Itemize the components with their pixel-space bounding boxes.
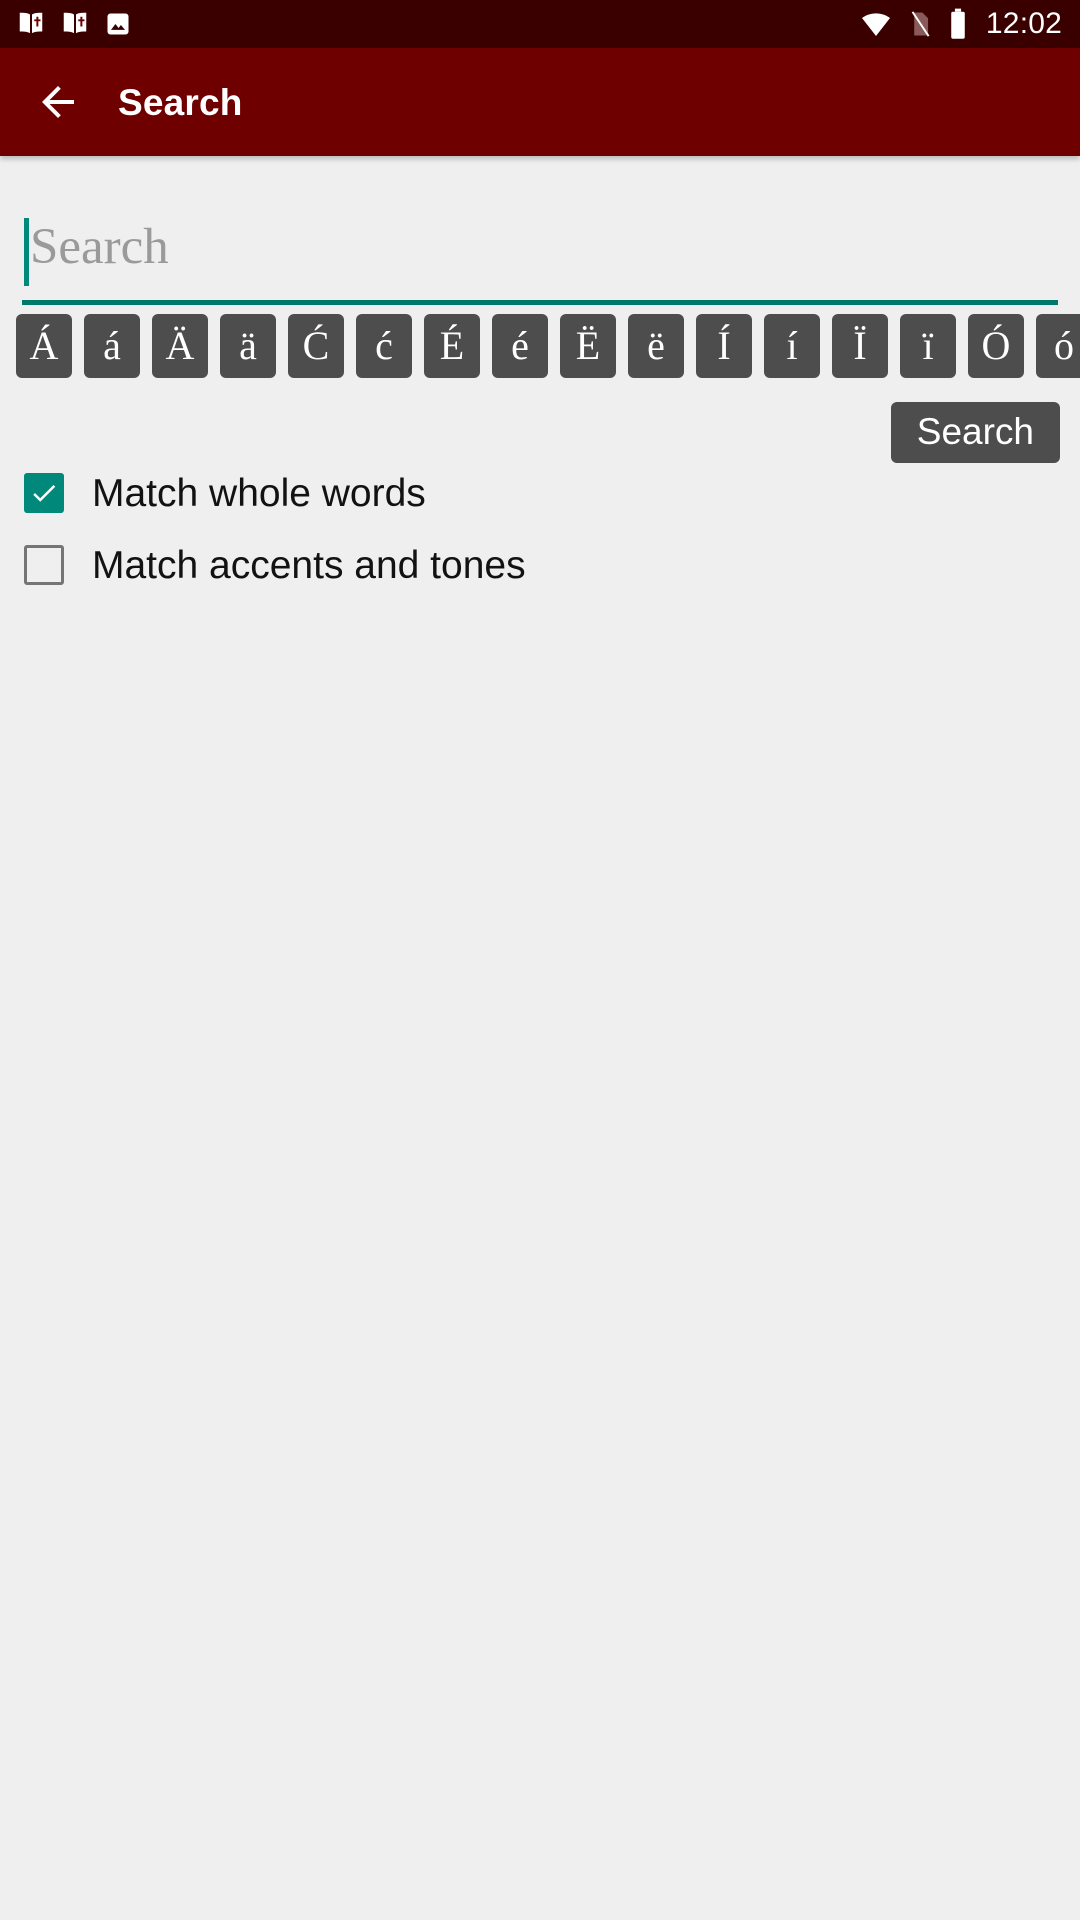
option-label: Match whole words [92, 471, 426, 515]
accent-character-strip[interactable]: Á á Ä ä Ć ć É é Ë ë Í í Ï ï Ó ó [16, 314, 1080, 378]
accent-key[interactable]: Ï [832, 314, 888, 378]
accent-key[interactable]: Ć [288, 314, 344, 378]
accent-key[interactable]: ć [356, 314, 412, 378]
accent-key[interactable]: ï [900, 314, 956, 378]
accent-key[interactable]: É [424, 314, 480, 378]
back-arrow-icon[interactable] [26, 70, 90, 134]
search-button[interactable]: Search [890, 402, 1060, 463]
accent-key[interactable]: í [764, 314, 820, 378]
search-field[interactable]: Search [22, 196, 1058, 305]
status-bar: 12:02 [0, 0, 1080, 48]
content-area: Search Á á Ä ä Ć ć É é Ë ë Í í Ï ï Ó ó S… [0, 156, 1080, 1920]
status-bar-clock: 12:02 [985, 7, 1062, 40]
checkbox-unchecked-icon[interactable] [24, 545, 64, 585]
battery-icon [948, 8, 968, 40]
page-title: Search [118, 81, 243, 123]
option-match-whole-words[interactable]: Match whole words [24, 473, 426, 513]
search-button-row: Search [0, 402, 1060, 463]
accent-key[interactable]: Ä [152, 314, 208, 378]
status-bar-notifications [16, 9, 132, 39]
accent-key[interactable]: Ë [560, 314, 616, 378]
accent-key[interactable]: ä [220, 314, 276, 378]
text-caret [24, 218, 29, 286]
option-label: Match accents and tones [92, 543, 526, 587]
search-field-underline [22, 300, 1058, 305]
search-input[interactable]: Search [22, 196, 1058, 296]
bible-book-icon [16, 9, 46, 39]
option-match-accents-and-tones[interactable]: Match accents and tones [24, 545, 526, 585]
app-bar: Search [0, 48, 1080, 156]
accent-key[interactable]: é [492, 314, 548, 378]
accent-key[interactable]: Á [16, 314, 72, 378]
accent-key[interactable]: ó [1036, 314, 1080, 378]
image-icon [104, 10, 132, 38]
status-bar-system: 12:02 [860, 8, 1062, 40]
checkbox-checked-icon[interactable] [24, 473, 64, 513]
search-input-placeholder: Search [30, 219, 169, 275]
bible-book-icon [60, 9, 90, 39]
no-sim-icon [906, 9, 934, 39]
accent-key[interactable]: Í [696, 314, 752, 378]
accent-key[interactable]: á [84, 314, 140, 378]
search-screen: 12:02 Search Search Á á Ä ä Ć ć É é Ë ë … [0, 0, 1080, 1920]
accent-key[interactable]: ë [628, 314, 684, 378]
accent-key[interactable]: Ó [968, 314, 1024, 378]
wifi-icon [860, 8, 892, 40]
